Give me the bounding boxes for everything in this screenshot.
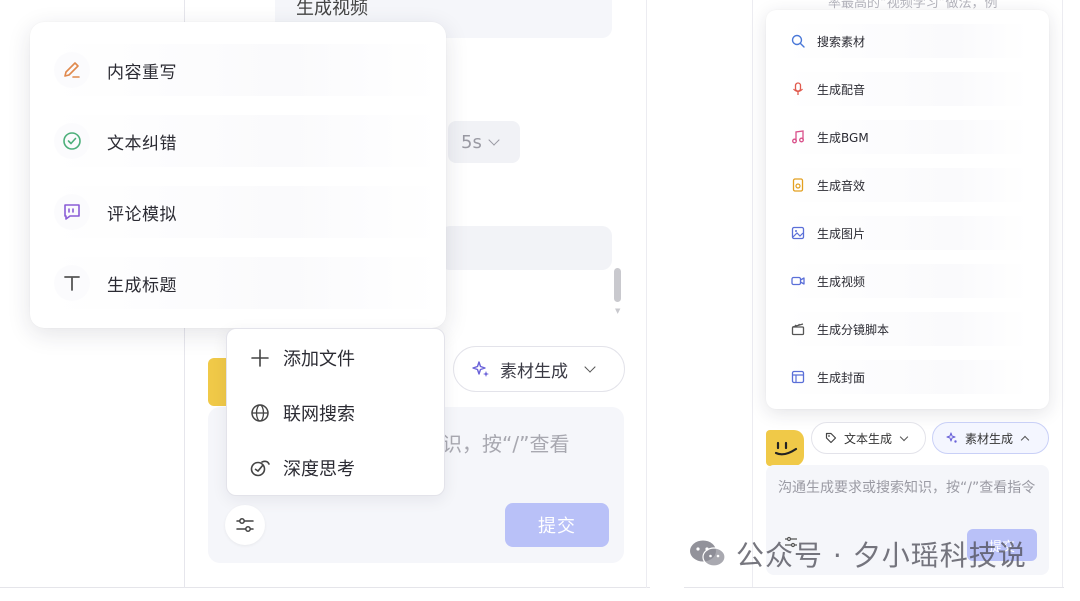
sliders-icon xyxy=(235,516,255,534)
menu-item-label: 评论模拟 xyxy=(107,204,177,225)
wechat-logo-icon xyxy=(688,538,728,570)
layout-icon xyxy=(789,368,807,386)
menu-item-label: 文本纠错 xyxy=(107,133,177,154)
menu-item-image-gen[interactable]: 生成图片 xyxy=(784,216,1028,250)
menu-item-label: 生成标题 xyxy=(107,275,177,296)
watermark: 公众号 · 夕小瑶科技说 xyxy=(688,534,1027,574)
add-options-dropdown: 添加文件 联网搜索 深度思考 xyxy=(226,328,445,496)
menu-item-label: 生成图片 xyxy=(817,226,866,241)
avatar xyxy=(208,358,228,406)
chevron-up-icon xyxy=(1020,435,1030,445)
menu-item-label: 添加文件 xyxy=(283,349,355,370)
scrollbar-thumb[interactable] xyxy=(614,268,621,302)
text-generate-chip[interactable]: 文本生成 xyxy=(811,422,926,454)
menu-item-deep-think[interactable]: 深度思考 xyxy=(249,453,355,483)
deep-think-icon xyxy=(249,457,271,479)
text-chip-label: 文本生成 xyxy=(844,431,893,446)
scroll-down-arrow[interactable]: ▼ xyxy=(615,307,620,315)
submit-button[interactable]: 提交 xyxy=(505,503,609,547)
menu-item-label: 生成音效 xyxy=(817,178,866,193)
material-generate-chip[interactable]: 素材生成 xyxy=(453,346,625,392)
music-note-icon xyxy=(789,128,807,146)
pencil-icon xyxy=(54,52,90,88)
text-tools-popover: 内容重写 文本纠错 评论模拟 生成标题 xyxy=(30,22,446,328)
menu-item-label: 生成分镜脚本 xyxy=(817,322,890,337)
menu-item-label: 深度思考 xyxy=(283,459,355,480)
left-panel-edge xyxy=(646,0,647,588)
menu-item-proofread[interactable]: 文本纠错 xyxy=(52,115,440,167)
check-circle-icon xyxy=(54,123,90,159)
quote-bubble-icon xyxy=(54,194,90,230)
menu-item-label: 生成视频 xyxy=(817,274,866,289)
menu-item-label: 联网搜索 xyxy=(283,404,355,425)
microphone-icon xyxy=(789,80,807,98)
menu-item-label: 生成BGM xyxy=(817,130,869,145)
material-generate-chip[interactable]: 素材生成 xyxy=(932,422,1049,454)
menu-item-bgm[interactable]: 生成BGM xyxy=(784,120,1028,154)
menu-item-label: 搜索素材 xyxy=(817,34,866,49)
text-t-icon xyxy=(54,265,90,301)
plus-icon xyxy=(249,347,271,369)
sparkle-icon xyxy=(945,431,959,445)
background-message-text: 生成视频 xyxy=(296,0,368,19)
chevron-down-icon xyxy=(488,134,500,146)
menu-item-label: 内容重写 xyxy=(107,62,177,83)
duration-select[interactable]: 5s xyxy=(448,121,520,163)
search-icon xyxy=(789,32,807,50)
input-placeholder: 识，按“/”查看 xyxy=(442,432,570,456)
menu-item-title-gen[interactable]: 生成标题 xyxy=(52,257,440,309)
clapperboard-icon xyxy=(789,320,807,338)
menu-item-video-gen[interactable]: 生成视频 xyxy=(784,264,1028,298)
menu-item-add-file[interactable]: 添加文件 xyxy=(249,343,355,373)
video-camera-icon xyxy=(789,272,807,290)
menu-item-voiceover[interactable]: 生成配音 xyxy=(784,72,1028,106)
menu-item-label: 生成配音 xyxy=(817,82,866,97)
sound-file-icon xyxy=(789,176,807,194)
menu-item-comment-sim[interactable]: 评论模拟 xyxy=(52,186,440,238)
right-panel-edge xyxy=(752,0,753,588)
menu-item-storyboard[interactable]: 生成分镜脚本 xyxy=(784,312,1028,346)
image-icon xyxy=(789,224,807,242)
right-panel-edge xyxy=(1062,0,1063,588)
menu-item-label: 生成封面 xyxy=(817,370,866,385)
menu-item-web-search[interactable]: 联网搜索 xyxy=(249,398,355,428)
globe-icon xyxy=(249,402,271,424)
chevron-down-icon xyxy=(899,432,909,442)
input-placeholder: 沟通生成要求或搜索知识，按“/”查看指令 xyxy=(778,480,1036,496)
tag-icon xyxy=(824,431,838,445)
material-tools-popover: 搜索素材 生成配音 生成BGM 生成音效 生成图片 生成视频 生成分镜脚本 生成… xyxy=(766,10,1049,409)
duration-value: 5s xyxy=(461,131,482,153)
menu-item-rewrite[interactable]: 内容重写 xyxy=(52,44,440,96)
right-panel-bottom-border xyxy=(684,587,1064,588)
menu-item-search-material[interactable]: 搜索素材 xyxy=(784,24,1028,58)
avatar xyxy=(766,430,804,466)
watermark-text: 公众号 · 夕小瑶科技说 xyxy=(736,539,1027,572)
menu-item-cover-gen[interactable]: 生成封面 xyxy=(784,360,1028,394)
material-chip-label: 素材生成 xyxy=(500,361,568,382)
material-chip-label: 素材生成 xyxy=(965,431,1014,446)
settings-sliders-button[interactable] xyxy=(225,505,265,545)
chevron-down-icon xyxy=(584,361,596,373)
sparkle-icon xyxy=(472,360,490,378)
background-field xyxy=(440,226,612,270)
menu-item-sound-effect[interactable]: 生成音效 xyxy=(784,168,1028,202)
